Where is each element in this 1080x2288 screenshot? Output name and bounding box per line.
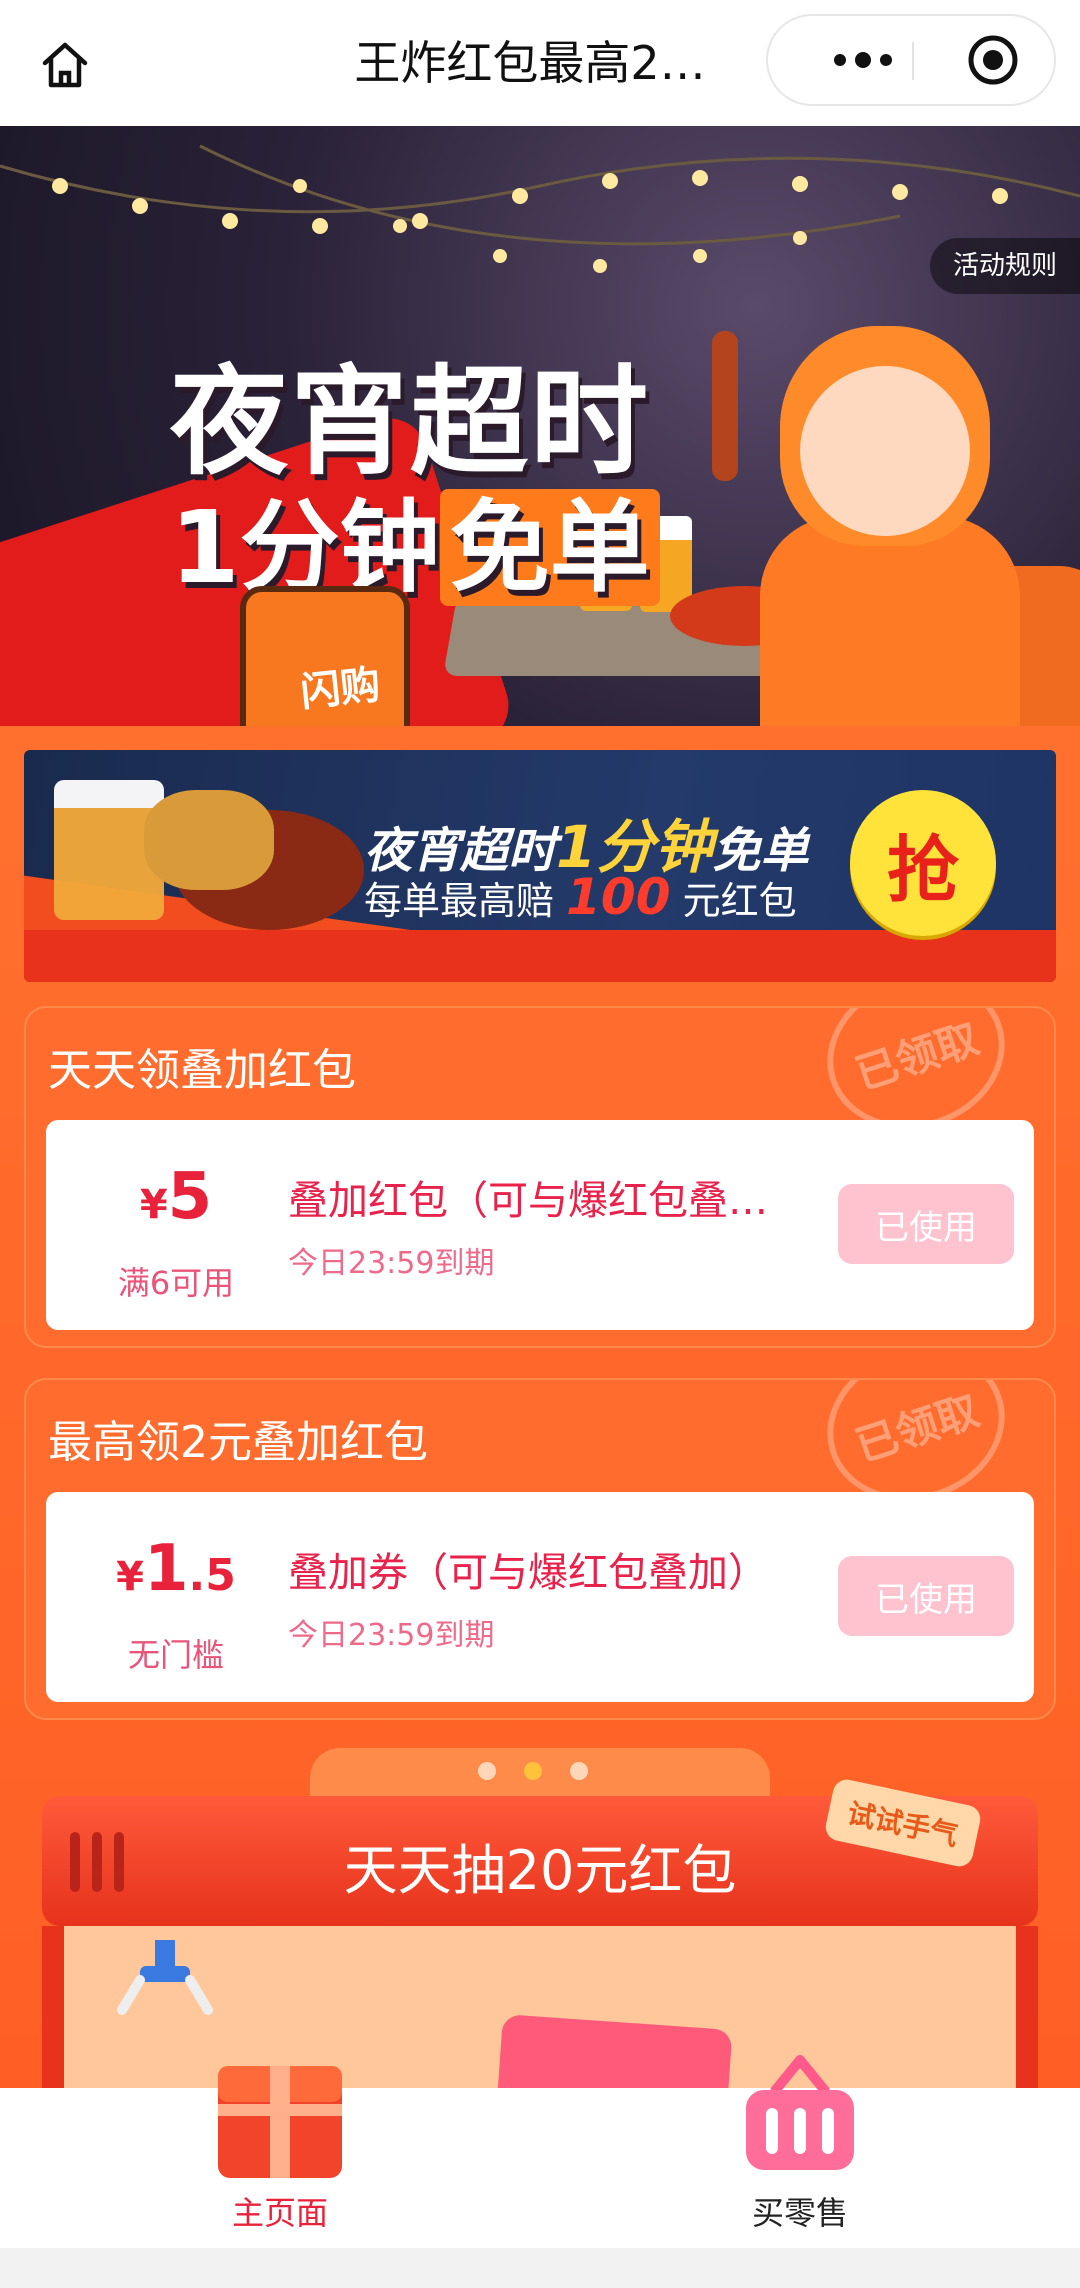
coupon-name: 叠加券（可与爆红包叠加） [288,1550,768,1596]
hero-headline-line2: 1分钟 免单 [170,466,660,611]
coupon-condition: 满6可用 [117,1264,235,1302]
carousel-dot [478,1762,496,1780]
hero-banner[interactable]: 夜宵超时 1分钟 免单 闪购 [0,126,1080,726]
carousel-dot-active [524,1762,542,1780]
page: 王炸红包最高2… 夜宵超时 1分钟 免单 闪购 活动规则 夜宵超时1分钟免单 每… [0,0,1080,2288]
activity-rules-button[interactable]: 活动规则 [930,238,1080,294]
tab-label: 买零售 [751,2194,848,2232]
capsule-divider [912,42,914,80]
promo-red-strip [24,930,1056,982]
coupon-amount: 1 [143,1532,189,1606]
section-title: 最高领2元叠加红包 [48,1417,428,1468]
more-dots-icon [834,52,892,68]
home-icon [42,42,88,88]
rider-body-illustration [760,516,1020,726]
coupon-amount-decimal: .5 [188,1550,236,1601]
tab-label: 主页面 [231,2194,328,2232]
coupon-section-max: 已领取 最高领2元叠加红包 ¥1.5 无门槛 叠加券（可与爆红包叠加） 今日23… [24,1378,1056,1720]
rider-face-illustration [800,366,970,536]
used-button[interactable]: 已使用 [838,1184,1014,1264]
gift-box-icon [218,2066,342,2178]
tab-buy-retail[interactable]: 买零售 [650,2055,950,2248]
skewer-illustration [712,331,738,481]
carousel-dots [478,1762,588,1780]
page-title: 王炸红包最高2… [354,36,706,90]
delivery-bag-label: 闪购 [298,661,383,717]
carousel-dot [570,1762,588,1780]
coupon-card: ¥1.5 无门槛 叠加券（可与爆红包叠加） 今日23:59到期 已使用 [46,1492,1034,1702]
top-navbar: 王炸红包最高2… [0,0,1080,126]
coupon-name: 叠加红包（可与爆红包叠… [288,1178,768,1224]
tab-home[interactable]: 主页面 [130,2066,430,2248]
string-lights-decoration [0,144,1080,273]
promo-banner[interactable]: 夜宵超时1分钟免单 每单最高赔 100 元红包 抢 [24,750,1056,982]
claw-icon [117,1940,213,2015]
more-button[interactable] [808,16,918,104]
coupon-amount: 5 [167,1160,213,1234]
coupon-section-daily: 已领取 天天领叠加红包 ¥5 满6可用 叠加红包（可与爆红包叠… 今日23:59… [24,1006,1056,1348]
used-button[interactable]: 已使用 [838,1556,1014,1636]
promo-subline-suffix: 元红包 [682,879,797,923]
currency-symbol: ¥ [139,1182,168,1228]
home-button[interactable] [30,30,100,100]
hero-headline-highlight: 免单 [439,489,660,606]
coupon-price: ¥1.5 [86,1532,266,1606]
coupon-expiry: 今日23:59到期 [288,1246,495,1281]
bottom-tabbar: 主页面 买零售 [0,2055,1080,2248]
section-title: 天天领叠加红包 [48,1045,356,1096]
mini-program-capsule [766,14,1056,106]
coupon-price: ¥5 [86,1160,266,1234]
promo-subline-prefix: 每单最高赔 [364,879,555,923]
close-mini-program-button[interactable] [948,16,1038,104]
coupon-condition: 无门槛 [127,1636,224,1674]
coupon-expiry: 今日23:59到期 [288,1618,495,1653]
coupon-card: ¥5 满6可用 叠加红包（可与爆红包叠… 今日23:59到期 已使用 [46,1120,1034,1330]
grab-button[interactable]: 抢 [850,790,996,936]
shopping-basket-icon [746,2055,854,2170]
promo-subline: 每单最高赔 100 元红包 [364,868,797,926]
promo-amount: 100 [566,868,671,926]
target-circle-icon [968,35,1018,85]
currency-symbol: ¥ [116,1554,144,1600]
fried-chicken-illustration [144,790,274,890]
system-gesture-bar [0,2248,1080,2288]
